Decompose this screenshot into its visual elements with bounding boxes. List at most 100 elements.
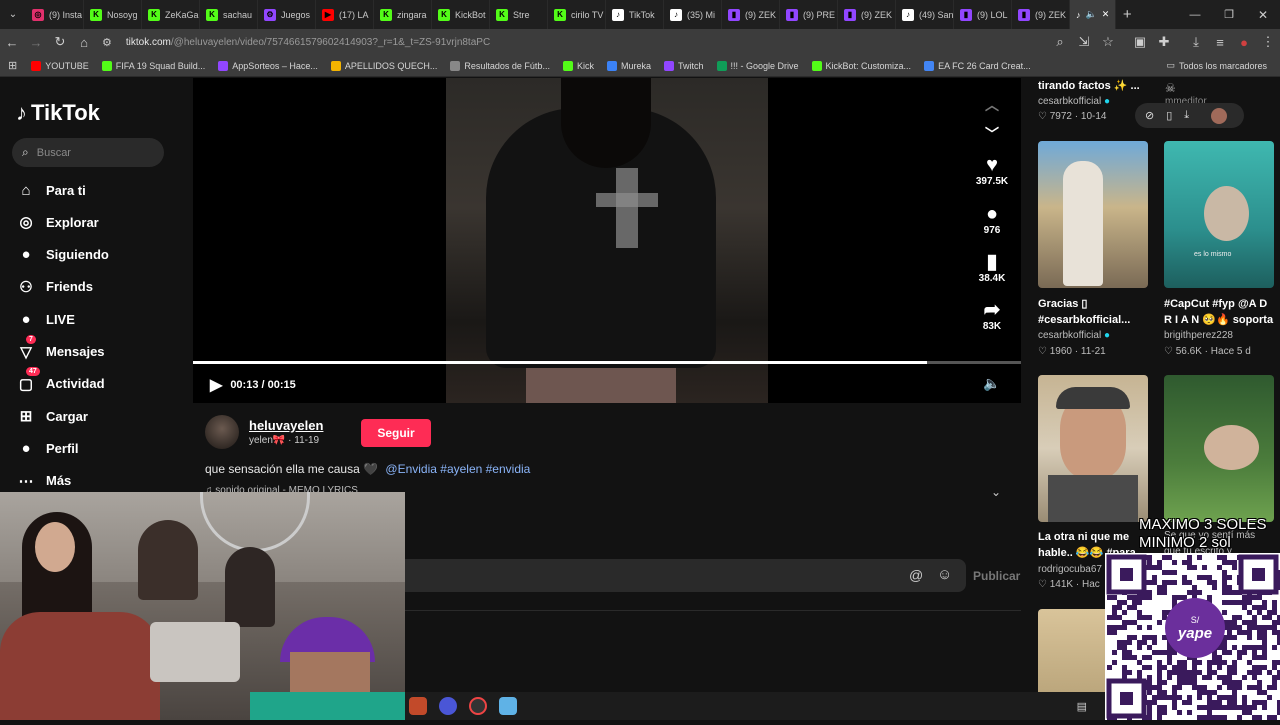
rec-author[interactable]: cesarbkofficial <box>1038 330 1101 341</box>
new-tab-button[interactable]: + <box>1116 6 1138 23</box>
nav-item-actividad[interactable]: ▢ 47 Actividad <box>16 366 105 394</box>
nav-item-friends[interactable]: ⚇ Friends <box>16 277 93 297</box>
bookmark-item[interactable]: EA FC 26 Card Creat... <box>924 60 1031 71</box>
rec-thumbnail[interactable] <box>1038 375 1148 522</box>
bookmark-item[interactable]: KickBot: Customiza... <box>811 60 911 71</box>
home-icon[interactable]: ⌂ <box>72 35 96 50</box>
author-avatar[interactable] <box>205 415 239 449</box>
screenshot-icon[interactable]: ▣ <box>1128 34 1152 50</box>
bookmark-item[interactable]: APELLIDOS QUECH... <box>330 60 437 71</box>
taskbar-app-icon[interactable] <box>409 697 427 715</box>
browser-tab[interactable]: ♪ (49) San <box>896 0 954 29</box>
download-icon[interactable]: ⤓ <box>1184 109 1189 122</box>
media-control-icon[interactable]: ≡ <box>1208 35 1232 50</box>
rec-title[interactable]: #CapCut #fyp @A D <box>1164 296 1280 312</box>
close-window-button[interactable]: ✕ <box>1246 8 1280 22</box>
nav-up-button[interactable]: ︿ <box>970 95 1014 115</box>
comment-input[interactable]: @ ☺ <box>405 559 966 592</box>
minimize-button[interactable]: — <box>1178 9 1212 21</box>
rec-thumbnail[interactable] <box>1164 375 1274 522</box>
taskbar-app-icon[interactable] <box>469 697 487 715</box>
browser-tab[interactable]: Kzingara <box>374 0 432 29</box>
nav-item-perfil[interactable]: ● Perfil <box>16 438 78 458</box>
browser-tab[interactable]: ▮ (9) ZEK <box>1012 0 1070 29</box>
nav-down-button[interactable]: ﹀ <box>970 124 1014 144</box>
back-icon[interactable]: ← <box>0 35 24 50</box>
mention-icon[interactable]: @ <box>909 567 923 583</box>
rec-title-line2[interactable]: #cesarbkofficial... <box>1038 312 1153 328</box>
tab-search-button[interactable]: ⌄ <box>0 0 26 29</box>
taskbar-app-icon[interactable] <box>499 697 517 715</box>
bookmark-star-icon[interactable]: ☆ <box>1096 34 1120 50</box>
rec-author[interactable]: brigithperez228 <box>1164 330 1280 341</box>
nav-item-explorar[interactable]: ◎ Explorar <box>16 212 98 232</box>
nav-item-cargar[interactable]: ⊞ Cargar <box>16 406 88 426</box>
rec-title[interactable]: La otra ni que me <box>1038 529 1153 545</box>
tray-icon[interactable]: ▤ <box>1077 700 1087 713</box>
downloads-icon[interactable]: ⤓ <box>1184 34 1208 50</box>
browser-tab[interactable]: ◎ (9) Insta <box>26 0 84 29</box>
post-tags[interactable]: @Envidia #ayelen #envidia <box>385 462 530 476</box>
forward-icon[interactable]: → <box>24 35 48 50</box>
nav-item-live[interactable]: ● LIVE <box>16 309 74 329</box>
browser-tab[interactable]: ▮ (9) ZEK <box>838 0 896 29</box>
comment-action[interactable]: ● 976 <box>970 203 1014 236</box>
like-action[interactable]: ♥ 397.5K <box>970 154 1014 187</box>
bookmark-item[interactable]: Kick <box>562 60 594 71</box>
bookmark-item[interactable]: FIFA 19 Squad Build... <box>101 60 205 71</box>
nav-item-siguiendo[interactable]: ● Siguiendo <box>16 245 108 265</box>
restore-button[interactable]: ❐ <box>1212 8 1246 21</box>
volume-icon[interactable]: 🔈 <box>983 375 1000 392</box>
rec-thumbnail[interactable] <box>1038 141 1148 288</box>
browser-tab[interactable]: ▮ (9) LOL <box>954 0 1012 29</box>
tiktok-logo[interactable]: ♪ TikTok <box>16 100 100 126</box>
browser-tab[interactable]: ♪ TikTok <box>606 0 664 29</box>
follow-button[interactable]: Seguir <box>361 419 431 447</box>
pip-icon[interactable]: ⊘ <box>1145 109 1154 122</box>
share-action[interactable]: ➦ 83K <box>970 299 1014 332</box>
expand-caption-icon[interactable]: ⌄ <box>991 485 1001 499</box>
browser-tab[interactable]: K KickBot <box>432 0 490 29</box>
zoom-icon[interactable]: ⌕ <box>1048 34 1072 50</box>
rec-thumbnail[interactable]: es lo mismo <box>1164 141 1274 288</box>
emoji-icon[interactable]: ☺ <box>937 566 952 583</box>
bookmark-item[interactable]: YOUTUBE <box>31 60 89 71</box>
close-tab-icon[interactable]: ✕ <box>1102 9 1110 20</box>
site-info-icon[interactable]: ⚙ <box>102 36 112 49</box>
browser-tab[interactable]: K ZeKaGa <box>142 0 200 29</box>
bookmark-item[interactable]: !!! - Google Drive <box>716 60 799 71</box>
browser-tab[interactable]: ▶ (17) LA <box>316 0 374 29</box>
publish-button[interactable]: Publicar <box>973 569 1020 583</box>
video-frame[interactable] <box>446 78 768 403</box>
bookmark-item[interactable]: Resultados de Fútb... <box>450 60 550 71</box>
url-field[interactable]: tiktok.com/@heluvayelen/video/7574661579… <box>126 37 490 48</box>
reload-icon[interactable]: ↻ <box>48 34 72 50</box>
bookmark-item[interactable]: Twitch <box>663 60 704 71</box>
bookmark-item[interactable]: AppSorteos – Hace... <box>218 60 318 71</box>
phone-icon[interactable]: ▯ <box>1166 109 1172 122</box>
browser-tab[interactable]: K Nosoyg <box>84 0 142 29</box>
taskbar-app-icon[interactable] <box>439 697 457 715</box>
browser-tab[interactable]: ▮ (9) PRE <box>780 0 838 29</box>
browser-tab[interactable]: ♪ (35) Mi <box>664 0 722 29</box>
author-username[interactable]: heluvayelen <box>249 418 323 433</box>
nav-item-mensajes[interactable]: ▽ 7 Mensajes <box>16 334 105 362</box>
nav-item-para-ti[interactable]: ⌂ Para ti <box>16 180 85 200</box>
install-app-icon[interactable]: ⇲ <box>1072 34 1096 50</box>
all-bookmarks-folder[interactable]: ▭ Todos los marcadores <box>1166 60 1267 71</box>
play-icon[interactable]: ▶ <box>210 375 222 395</box>
mini-avatar[interactable] <box>1211 107 1228 124</box>
extensions-icon[interactable]: ✚ <box>1152 34 1176 50</box>
rec-title-line2[interactable]: R I A N 🥺🔥 soporta <box>1164 312 1280 328</box>
rec-title[interactable]: tirando factos ✨ ... <box>1038 78 1158 94</box>
save-action[interactable]: ▮ 38.4K <box>970 251 1014 284</box>
rec-author[interactable]: cesarbkofficial <box>1038 96 1101 107</box>
browser-tab[interactable]: ⚙ Juegos <box>258 0 316 29</box>
browser-tab[interactable]: Kcirilo TV <box>548 0 606 29</box>
search-input[interactable]: ⌕ Buscar <box>12 138 164 167</box>
video-progress-bar[interactable] <box>193 361 1021 364</box>
browser-tab[interactable]: ▮ (9) ZEK <box>722 0 780 29</box>
nav-item-más[interactable]: ⋯ Más <box>16 471 72 491</box>
profile-avatar-icon[interactable]: ● <box>1232 35 1256 50</box>
bookmark-item[interactable]: Mureka <box>606 60 651 71</box>
